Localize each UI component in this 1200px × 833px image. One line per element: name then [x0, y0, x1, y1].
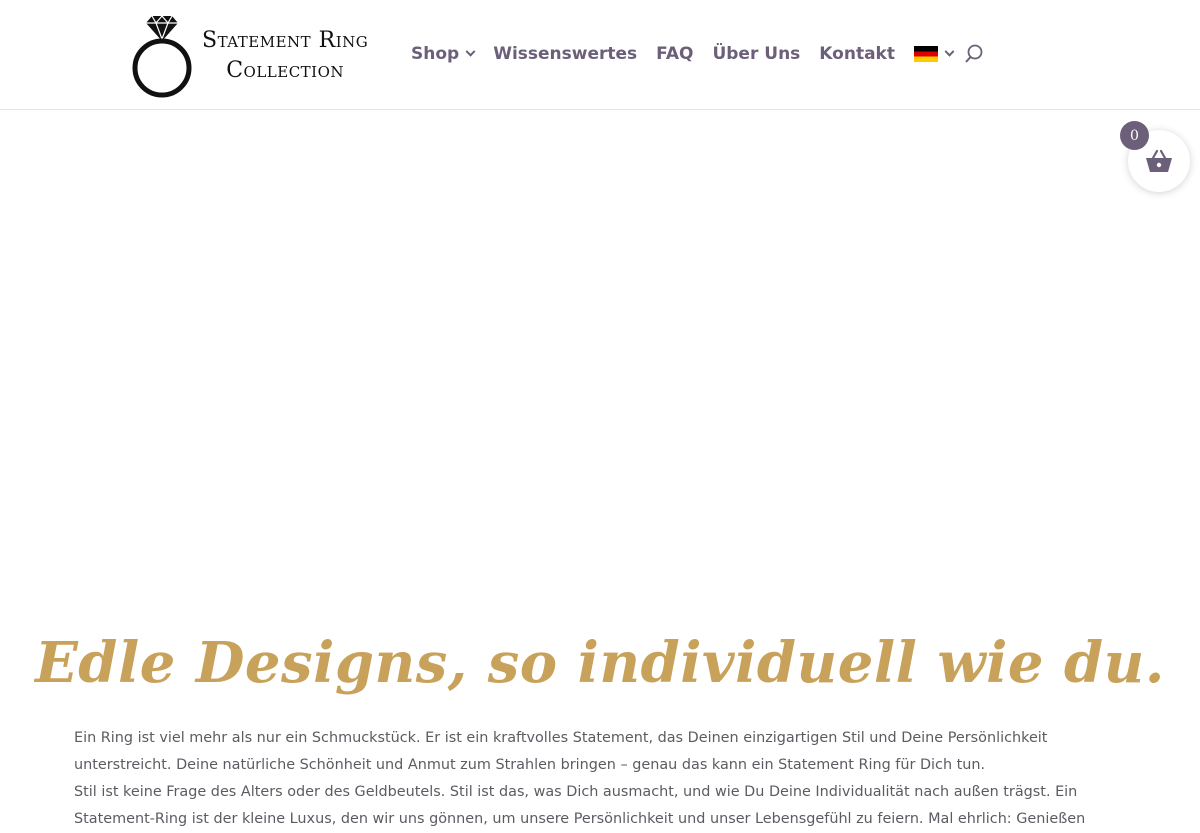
nav-kontakt[interactable]: Kontakt: [819, 44, 895, 64]
nav-kontakt-label: Kontakt: [819, 44, 895, 64]
nav-wissenswertes[interactable]: Wissenswertes: [493, 44, 637, 64]
nav-faq[interactable]: FAQ: [656, 44, 693, 64]
page-headline: Edle Designs, so individuell wie du.: [35, 630, 1165, 696]
main-nav: Shop Wissenswertes FAQ Über Uns Kontakt: [411, 40, 972, 68]
hero-area: [0, 111, 1200, 601]
nav-wissenswertes-label: Wissenswertes: [493, 44, 638, 64]
nav-faq-label: FAQ: [656, 44, 694, 64]
nav-ueber-uns-label: Über Uns: [712, 44, 801, 64]
intro-paragraph-2: Stil ist keine Frage des Alters oder des…: [74, 784, 1086, 827]
logo-text: Statement Ring Collection: [202, 26, 368, 86]
chevron-down-icon: [465, 46, 476, 57]
site-logo[interactable]: Statement Ring Collection: [128, 13, 388, 99]
logo-line-1: Statement Ring: [202, 28, 369, 53]
nav-shop[interactable]: Shop: [411, 44, 476, 64]
language-switcher[interactable]: [913, 46, 955, 62]
basket-icon: [1146, 149, 1172, 172]
chevron-down-icon: [944, 46, 955, 57]
search-button[interactable]: [962, 42, 986, 66]
intro-paragraph-1: Ein Ring ist viel mehr als nur ein Schmu…: [74, 730, 1048, 773]
nav-ueber-uns[interactable]: Über Uns: [712, 44, 800, 64]
logo-line-2: Collection: [226, 58, 345, 83]
intro-text: Ein Ring ist viel mehr als nur ein Schmu…: [74, 725, 1134, 833]
nav-shop-label: Shop: [411, 44, 460, 64]
german-flag-icon: [913, 46, 938, 62]
diamond-ring-icon: [132, 15, 192, 98]
search-icon: [965, 44, 983, 63]
cart-count-badge: 0: [1120, 121, 1149, 150]
site-header: Statement Ring Collection Shop Wissenswe…: [0, 0, 1200, 110]
